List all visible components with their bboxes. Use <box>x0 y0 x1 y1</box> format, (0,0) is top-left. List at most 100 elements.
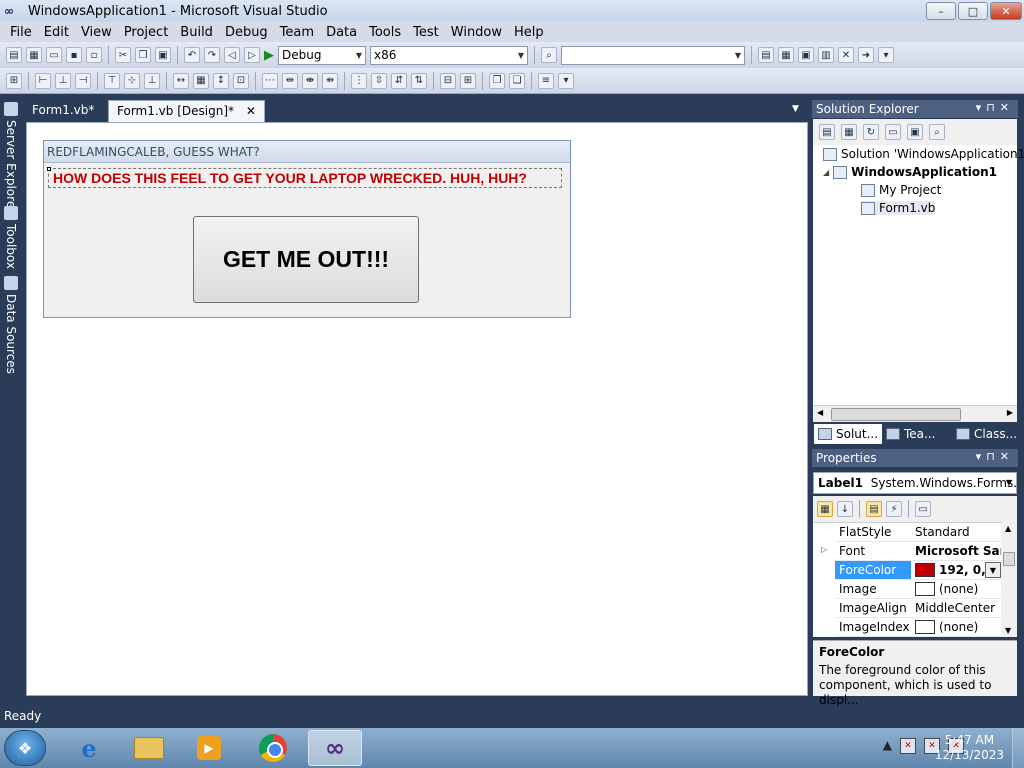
close-tab-icon[interactable]: ✕ <box>246 104 256 118</box>
navigate-backward-icon[interactable]: ◁ <box>224 47 240 63</box>
center-horizontally-icon[interactable]: ⊟ <box>440 72 456 89</box>
object-browser-icon[interactable]: ▣ <box>798 47 814 63</box>
clock[interactable]: 5:47 AM 12/13/2023 <box>935 733 1004 763</box>
taskbar-visual-studio[interactable]: ∞ <box>308 730 362 766</box>
expander-icon[interactable]: ◢ <box>823 168 829 177</box>
label1-control[interactable]: HOW DOES THIS FEEL TO GET YOUR LAPTOP WR… <box>47 167 562 188</box>
increase-horizontal-spacing-icon[interactable]: ⇹ <box>282 72 298 89</box>
toolbox-icon[interactable]: ▥ <box>818 47 834 63</box>
vertical-spacing-equal-icon[interactable]: ⋮ <box>351 72 367 89</box>
tree-item-my-project[interactable]: My Project <box>861 183 941 197</box>
tree-item-form1[interactable]: Form1.vb <box>861 201 936 215</box>
tree-item-project[interactable]: ◢ WindowsApplication1 <box>823 165 997 179</box>
tab-form1-design[interactable]: Form1.vb [Design]* ✕ <box>108 100 265 122</box>
tab-team-explorer[interactable]: Tea... <box>882 424 939 444</box>
scroll-left-icon[interactable]: ◀ <box>817 408 823 417</box>
property-value[interactable]: Standard <box>911 523 1001 542</box>
start-page-icon[interactable]: ➜ <box>858 47 874 63</box>
menu-data[interactable]: Data <box>320 25 363 40</box>
close-button[interactable]: ✕ <box>990 2 1022 20</box>
configuration-select[interactable]: Debug ▼ <box>278 45 366 65</box>
refresh-icon[interactable]: ↻ <box>863 124 879 140</box>
chevron-down-icon[interactable]: ▼ <box>985 562 1001 578</box>
property-pages-icon[interactable]: ▭ <box>915 501 931 517</box>
make-same-height-icon[interactable]: ↕ <box>213 72 229 89</box>
property-value[interactable]: Microsoft Sans <box>911 542 1001 561</box>
align-rights-icon[interactable]: ⊣ <box>75 72 91 89</box>
design-surface[interactable]: REDFLAMINGCALEB, GUESS WHAT? HOW DOES TH… <box>26 122 808 696</box>
server-explorer-tab[interactable]: Server Explorer <box>2 102 20 213</box>
property-value[interactable]: MiddleCenter <box>911 599 1001 618</box>
menu-help[interactable]: Help <box>508 25 550 40</box>
center-vertically-icon[interactable]: ⊞ <box>460 72 476 89</box>
cut-icon[interactable]: ✂ <box>115 47 131 63</box>
scroll-up-icon[interactable]: ▲ <box>1005 524 1011 533</box>
extension-manager-icon[interactable]: ✕ <box>838 47 854 63</box>
start-button[interactable]: ❖ <box>4 730 46 766</box>
menu-team[interactable]: Team <box>274 25 320 40</box>
bring-to-front-icon[interactable]: ❐ <box>489 72 505 89</box>
taskbar-media-player[interactable]: ▶ <box>182 730 236 766</box>
show-desktop-button[interactable] <box>1012 728 1024 768</box>
open-file-icon[interactable]: ▭ <box>46 47 62 63</box>
panel-window-controls[interactable]: ▾⊓✕ <box>976 101 1014 114</box>
remove-vertical-spacing-icon[interactable]: ⇅ <box>411 72 427 89</box>
form1-window[interactable]: REDFLAMINGCALEB, GUESS WHAT? HOW DOES TH… <box>43 140 571 318</box>
panel-window-controls[interactable]: ▾⊓✕ <box>976 450 1014 463</box>
find-in-files-icon[interactable]: ⌕ <box>541 47 557 63</box>
properties-icon[interactable]: ▤ <box>819 124 835 140</box>
scroll-thumb[interactable] <box>1003 552 1015 566</box>
size-to-grid-icon[interactable]: ▦ <box>193 72 209 89</box>
toolbar-options-icon[interactable]: ▾ <box>878 47 894 63</box>
align-lefts-icon[interactable]: ⊢ <box>35 72 51 89</box>
align-bottoms-icon[interactable]: ⊥ <box>144 72 160 89</box>
property-row[interactable]: FlatStyle Standard <box>813 523 1001 542</box>
view-code-icon[interactable]: ▭ <box>885 124 901 140</box>
menu-debug[interactable]: Debug <box>219 25 274 40</box>
toolbar-options-icon[interactable]: ▾ <box>558 72 574 89</box>
class-diagram-icon[interactable]: ⌕ <box>929 124 945 140</box>
view-designer-icon[interactable]: ▣ <box>907 124 923 140</box>
redo-icon[interactable]: ↷ <box>204 47 220 63</box>
new-project-icon[interactable]: ▤ <box>6 47 22 63</box>
property-row[interactable]: Image (none) <box>813 580 1001 599</box>
menu-file[interactable]: File <box>4 25 38 40</box>
save-all-icon[interactable]: ▫ <box>86 47 102 63</box>
vertical-scrollbar[interactable]: ▲ ▼ <box>1001 522 1017 637</box>
resize-handle[interactable] <box>47 167 51 171</box>
property-row[interactable]: ▷ Font Microsoft Sans <box>813 542 1001 561</box>
find-combo[interactable]: ▼ <box>561 45 745 65</box>
events-icon[interactable]: ⚡ <box>886 501 902 517</box>
tab-solution-explorer[interactable]: Solut... <box>814 424 883 444</box>
make-same-size-icon[interactable]: ⊡ <box>233 72 249 89</box>
tree-item-solution[interactable]: Solution 'WindowsApplication1' <box>823 147 1024 161</box>
scroll-thumb[interactable] <box>831 408 961 421</box>
property-value[interactable]: (none) <box>911 618 1001 637</box>
decrease-vertical-spacing-icon[interactable]: ⇵ <box>391 72 407 89</box>
properties-view-icon[interactable]: ▤ <box>866 501 882 517</box>
solution-explorer-icon[interactable]: ▤ <box>758 47 774 63</box>
object-selector[interactable]: Label1 System.Windows.Forms.La ▼ <box>813 472 1017 494</box>
expander-icon[interactable]: ▷ <box>821 545 827 554</box>
menu-tools[interactable]: Tools <box>363 25 407 40</box>
show-all-files-icon[interactable]: ▦ <box>841 124 857 140</box>
platform-select[interactable]: x86 ▼ <box>370 45 528 65</box>
menu-test[interactable]: Test <box>407 25 445 40</box>
add-item-icon[interactable]: ▦ <box>26 47 42 63</box>
decrease-horizontal-spacing-icon[interactable]: ⇼ <box>302 72 318 89</box>
horizontal-spacing-equal-icon[interactable]: ⋯ <box>262 72 278 89</box>
chevron-down-icon[interactable]: ▼ <box>792 104 799 114</box>
minimize-button[interactable]: – <box>926 2 956 20</box>
horizontal-scrollbar[interactable]: ◀ ▶ <box>813 405 1017 422</box>
scroll-right-icon[interactable]: ▶ <box>1007 408 1013 417</box>
show-hidden-icons-icon[interactable]: ▲ <box>883 738 892 754</box>
property-row[interactable]: ImageIndex (none) <box>813 618 1001 637</box>
make-same-width-icon[interactable]: ↔ <box>173 72 189 89</box>
get-me-out-button[interactable]: GET ME OUT!!! <box>193 216 419 303</box>
alphabetical-icon[interactable]: ↓ <box>837 501 853 517</box>
data-sources-tab[interactable]: Data Sources <box>2 276 20 374</box>
property-row-selected[interactable]: ForeColor 192, 0, 0 ▼ <box>813 561 1001 580</box>
align-centers-icon[interactable]: ⊥ <box>55 72 71 89</box>
menu-edit[interactable]: Edit <box>38 25 75 40</box>
taskbar-internet-explorer[interactable]: e <box>62 730 116 766</box>
